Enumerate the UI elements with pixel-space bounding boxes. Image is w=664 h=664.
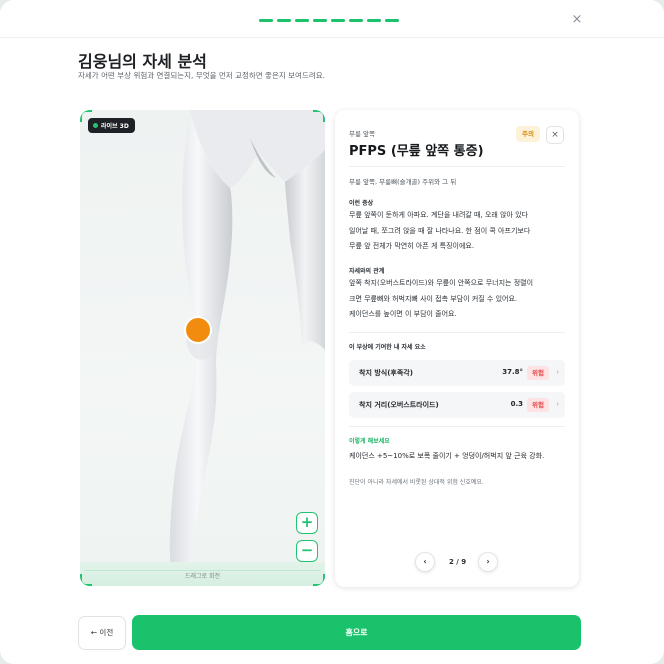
pager-indicator: 2 / 9 bbox=[449, 558, 467, 566]
top-bar: × bbox=[0, 0, 664, 38]
metric-row-overstride[interactable]: 착지 거리(오버스트라이드) 0.3 위험 › bbox=[349, 392, 565, 418]
live-dot-icon bbox=[93, 123, 98, 128]
relation-text: 앞쪽 착지(오버스트라이드)와 무릎이 안쪽으로 무너지는 정렬이 크면 무릎뼈… bbox=[349, 276, 569, 323]
zoom-in-button[interactable]: + bbox=[296, 512, 318, 534]
injury-title: PFPS (무릎 앞쪽 통증) bbox=[349, 144, 484, 159]
pager-next-button[interactable]: › bbox=[478, 552, 498, 572]
prev-button[interactable]: ← 이전 bbox=[78, 616, 126, 650]
disclaimer-note: 진단이 아니라 자세에서 비롯된 상대적 위험 신호예요. bbox=[349, 479, 484, 486]
status-badge: 주의 bbox=[516, 126, 540, 142]
home-button[interactable]: 홈으로 bbox=[132, 615, 581, 650]
progress-step bbox=[367, 19, 381, 22]
divider bbox=[349, 332, 565, 333]
page-title: 김웅님의 자세 분석 bbox=[78, 52, 207, 71]
metric-label: 착지 방식(후족각) bbox=[359, 369, 413, 377]
symptoms-text: 무릎 앞쪽이 둔하게 아파요. 계단을 내려갈 때, 오래 앉아 있다 일어날 … bbox=[349, 208, 569, 255]
injury-detail-panel: 무릎 앞쪽 PFPS (무릎 앞쪽 통증) 주의 × 무릎 앞쪽, 무릎뼈(슬개… bbox=[335, 110, 579, 587]
relation-line: 케이던스를 높이면 이 부담이 줄어요. bbox=[349, 310, 457, 318]
progress-step bbox=[259, 19, 273, 22]
close-icon[interactable]: × bbox=[570, 13, 584, 27]
symptoms-line: 무릎 앞쪽이 둔하게 아파요. 계단을 내려갈 때, 오래 앉아 있다 bbox=[349, 211, 529, 219]
viewer-corner bbox=[313, 110, 325, 122]
zoom-out-button[interactable]: − bbox=[296, 540, 318, 562]
symptoms-title: 이런 증상 bbox=[349, 200, 374, 207]
progress-step bbox=[331, 19, 345, 22]
relation-title: 자세와의 관계 bbox=[349, 268, 385, 275]
knee-marker-icon[interactable] bbox=[182, 314, 214, 346]
relation-line: 크면 무릎뼈와 허벅지뼈 사이 접촉 부담이 커질 수 있어요. bbox=[349, 294, 518, 303]
metric-row-footstrike[interactable]: 착지 방식(후족각) 37.8° 위험 › bbox=[349, 360, 565, 386]
relation-line: 앞쪽 착지(오버스트라이드)와 무릎이 안쪽으로 무너지는 정렬이 bbox=[349, 279, 534, 287]
symptoms-line: 무릎 앞 전체가 막연히 아픈 게 특징이에요. bbox=[349, 242, 475, 250]
progress-step bbox=[277, 19, 291, 22]
chevron-right-icon: › bbox=[556, 400, 559, 408]
live-3d-badge: 라이브 3D bbox=[88, 118, 135, 133]
page-subtitle: 자세가 어떤 부상 위험과 연결되는지, 무엇을 먼저 교정하면 좋은지 보여드… bbox=[78, 71, 326, 80]
tip-text: 케이던스 +5~10%로 보폭 줄이기 + 엉덩이/허벅지 앞 근육 강화. bbox=[349, 452, 545, 460]
3d-viewer[interactable]: 라이브 3D + − 드래그로 회전 bbox=[80, 110, 325, 586]
symptoms-line: 일어날 때, 쪼그려 앉을 때 잘 나타나요. 한 점이 콕 아프기보다 bbox=[349, 226, 531, 235]
metric-value: 0.3 bbox=[510, 400, 523, 408]
live-3d-label: 라이브 3D bbox=[101, 123, 129, 130]
legs-model bbox=[169, 110, 325, 578]
app-frame: × 김웅님의 자세 분석 자세가 어떤 부상 위험과 연결되는지, 무엇을 먼저… bbox=[0, 0, 664, 664]
risk-badge: 위험 bbox=[527, 366, 549, 380]
metric-value: 37.8° bbox=[502, 368, 523, 376]
pager-prev-button[interactable]: ‹ bbox=[415, 552, 435, 572]
progress-step bbox=[313, 19, 327, 22]
progress-indicator bbox=[259, 19, 399, 23]
panel-close-button[interactable]: × bbox=[546, 126, 564, 144]
injury-category: 무릎 앞쪽 bbox=[349, 130, 375, 138]
tip-title: 이렇게 해보세요 bbox=[349, 438, 390, 445]
divider bbox=[349, 426, 565, 427]
metrics-title: 이 부상에 기여한 내 자세 요소 bbox=[349, 344, 426, 351]
chevron-right-icon: › bbox=[556, 368, 559, 376]
risk-badge: 위험 bbox=[527, 398, 549, 412]
progress-step bbox=[385, 19, 399, 22]
progress-step bbox=[349, 19, 363, 22]
metric-label: 착지 거리(오버스트라이드) bbox=[359, 401, 439, 409]
progress-step bbox=[295, 19, 309, 22]
divider bbox=[349, 166, 565, 167]
injury-location: 무릎 앞쪽, 무릎뼈(슬개골) 주위와 그 뒤 bbox=[349, 178, 457, 186]
rotate-hint: 드래그로 회전 bbox=[84, 570, 321, 582]
